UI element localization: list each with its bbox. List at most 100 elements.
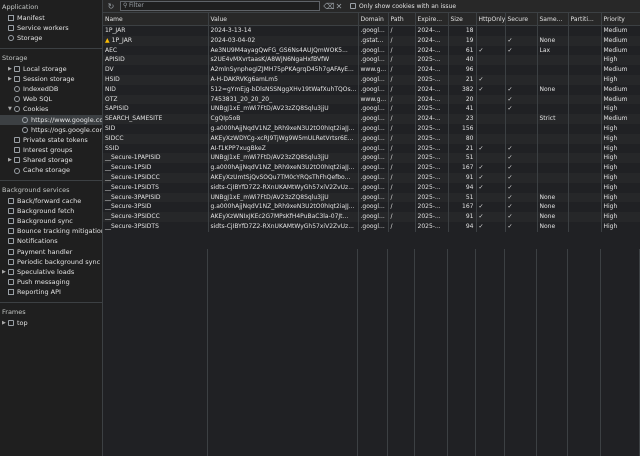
sidebar-item-service-workers[interactable]: Service workers [0,23,102,33]
sidebar-item-label: https://www.google.com [31,115,102,124]
sidebar-item-interest-groups[interactable]: Interest groups [0,145,102,155]
sidebar-item-cookie-ogs[interactable]: https://ogs.google.com [0,125,102,135]
cell-name: DV [103,65,209,75]
cell-partition [568,74,602,85]
cell-secure [505,123,538,134]
sidebar-item-bfcache[interactable]: Back/forward cache [0,196,102,206]
column-header[interactable]: Priority [601,13,640,26]
sidebar-item-reporting-api[interactable]: Reporting API [0,287,102,297]
cell-size: 21 [448,74,477,85]
cell-value: AI-f1KPP7xugBkeZ [208,143,359,154]
sidebar-item-background-fetch[interactable]: Background fetch [0,206,102,216]
sidebar-item-push-messaging[interactable]: Push messaging [0,277,102,287]
cell-samesite [537,55,569,66]
sidebar-item-bounce-tracking[interactable]: Bounce tracking mitigations [0,226,102,236]
sidebar-item-cookie-google[interactable]: https://www.google.com [0,114,102,125]
cell-expires: 2024-... [415,94,449,105]
sidebar-item-notifications[interactable]: Notifications [0,236,102,246]
table-row[interactable]: HSID A-H-DAKRVKg6amLm5 .googl.../2025-... 2… [103,74,640,85]
cell-priority: High [601,172,640,183]
table-row[interactable]: __Secure-1PAPISID UNBgJ1xE_mWi7FtD/AV23zZ… [103,153,640,164]
cell-name: SAPISID [103,104,209,115]
column-header[interactable]: Value [208,13,359,26]
table-row[interactable]: __Secure-1PSIDCC AKEyXzUmtSjQvSOQu7TM0cYR… [103,172,640,183]
cell-secure: ✓ [505,182,538,193]
cell-value: sidts-CjIBYfD7Z2-RXnUKAMtWyGh57xiV2ZvUz.… [208,182,359,193]
cell-secure [505,74,538,85]
filter-input[interactable]: ⚲ Filter [120,1,320,11]
sidebar-item-shared-storage[interactable]: ▶ Shared storage [0,155,102,165]
table-row[interactable]: SID g.a000hAjjNqdV1NZ_bRh9xeN3U2tO0hIqt2i… [103,123,640,134]
cell-partition [568,55,602,66]
cell-priority: High [601,143,640,154]
table-row[interactable]: SAPISID UNBgJ1xE_mWi7FtD/AV23zZQ8Sqlu3jjU… [103,104,640,115]
table-row[interactable]: __Secure-3PSID g.a000hAjjNqdV1NZ_bRh9xeN3… [103,202,640,213]
sidebar-item-manifest[interactable]: Manifest [0,13,102,23]
table-row[interactable]: ▲ 1P_JAR 2024-03-04-02 .gstat.../2024-... 19… [103,35,640,46]
table-row[interactable]: 1P_JAR 2024-3-13-14 .googl.../2024-... 18 Me… [103,25,640,36]
sidebar-item-cache-storage[interactable]: Cache storage [0,165,102,175]
table-row[interactable]: __Secure-3PSIDCC AKEyXzWNIxJKEc2G7MPsKfH4… [103,212,640,222]
table-row[interactable]: SIDCC AKEyXzWDYCg-xcRJ9TjWg9W5mULRetVrtsr… [103,133,640,144]
refresh-icon[interactable]: ↻ [106,1,116,11]
column-header[interactable]: Secure [505,13,538,26]
column-header[interactable]: Partiti... [568,13,602,26]
cookies-table: Name Value Domain Path Expire... Size HttpOnly… [103,13,640,232]
sidebar-item-periodic-sync[interactable]: Periodic background sync [0,257,102,267]
cell-samesite [537,133,569,144]
cell-path: / [388,104,416,115]
cell-expires: 2024-... [415,35,449,46]
cell-secure: ✓ [505,84,538,95]
sidebar-item-web-sql[interactable]: Web SQL [0,94,102,104]
table-row[interactable]: DV A2mlnSynphegIZJMH75pPKAgrqD45h7gAFAyE.… [103,65,640,75]
column-header[interactable]: Path [388,13,416,26]
sidebar-item-frame-top[interactable]: ▶ top [0,318,102,328]
clear-all-icon[interactable]: ✕ [334,1,344,11]
column-header[interactable]: HttpOnly [476,13,506,26]
table-row[interactable]: __Secure-3PAPISID UNBgJ1xE_mWi7FtD/AV23zZ… [103,192,640,203]
table-row[interactable]: SSID AI-f1KPP7xugBkeZ .googl.../2025-... 21… [103,143,640,154]
sidebar-item-session-storage[interactable]: ▶ Session storage [0,74,102,84]
table-row[interactable]: __Secure-1PSID g.a000hAjjNqdV1NZ_bRh9xeN3… [103,163,640,173]
table-row[interactable]: AEC Ae3NU9M4ayagQwFG_GS6Ns4AUJQmWOK5... .g… [103,45,640,56]
sidebar-item-indexeddb[interactable]: IndexedDB [0,84,102,94]
table-row[interactable]: APISID s2UE4vMXvrtaasK/A8WjN6NgaHxfBVfW .g… [103,55,640,66]
cell-value: AKEyXzWDYCg-xcRJ9TjWg9W5mULRetVrtsr6E... [208,133,359,144]
table-row[interactable]: OTZ 7453831_20_20_20_ www.g.../2024-... 20 ✓… [103,94,640,105]
database-icon [8,35,14,42]
cell-expires: 2025-... [415,221,449,232]
sidebar-item-private-state-tokens[interactable]: Private state tokens [0,135,102,145]
table-row[interactable]: NID 512=gYmEjg-bDlsNSSNggXHv19tWafXuhTQOs… [103,84,640,95]
table-row[interactable]: __Secure-1PSIDTS sidts-CjIBYfD7Z2-RXnUKAM… [103,182,640,193]
only-issue-checkbox[interactable] [350,3,356,9]
cell-partition [568,123,602,134]
cell-samesite: None [537,212,569,222]
section-background-title: Background services [2,185,70,194]
cell-expires: 2025-... [415,172,449,183]
sidebar-item-background-sync[interactable]: Background sync [0,216,102,226]
cell-httponly: ✓ [476,143,506,154]
sidebar-item-label: Reporting API [17,288,61,297]
table-row[interactable]: __Secure-3PSIDTS sidts-CjIBYfD7Z2-RXnUKAM… [103,221,640,232]
sidebar-item-payment-handler[interactable]: Payment handler [0,247,102,257]
cell-size: 80 [448,133,477,144]
sidebar-item-storage[interactable]: Storage [0,33,102,43]
sidebar-item-speculative-loads[interactable]: ▶ Speculative loads [0,267,102,277]
cell-secure: ✓ [505,104,538,115]
column-header[interactable]: Domain [358,13,389,26]
cell-priority: High [601,74,640,85]
column-header[interactable]: Name [103,13,209,26]
column-header[interactable]: Expire... [415,13,449,26]
cell-samesite [537,163,569,173]
column-header[interactable]: Same... [537,13,569,26]
cell-name: NID [103,84,209,95]
cell-samesite [537,25,569,36]
cell-value: g.a000hAjjNqdV1NZ_bRh9xeN3U2tO0hIqt2iaJJ… [208,123,359,134]
table-row[interactable]: SEARCH_SAMESITE CgQIp5oB .googl.../2024-..… [103,114,640,124]
column-header[interactable]: Size [448,13,477,26]
sidebar-item-local-storage[interactable]: ▶ Local storage [0,64,102,74]
cell-samesite [537,65,569,75]
sidebar-item-cookies[interactable]: ▼ Cookies [0,104,102,114]
clear-filtered-icon[interactable]: ⌫ [323,1,334,11]
sidebar-item-label: Cache storage [23,166,70,175]
